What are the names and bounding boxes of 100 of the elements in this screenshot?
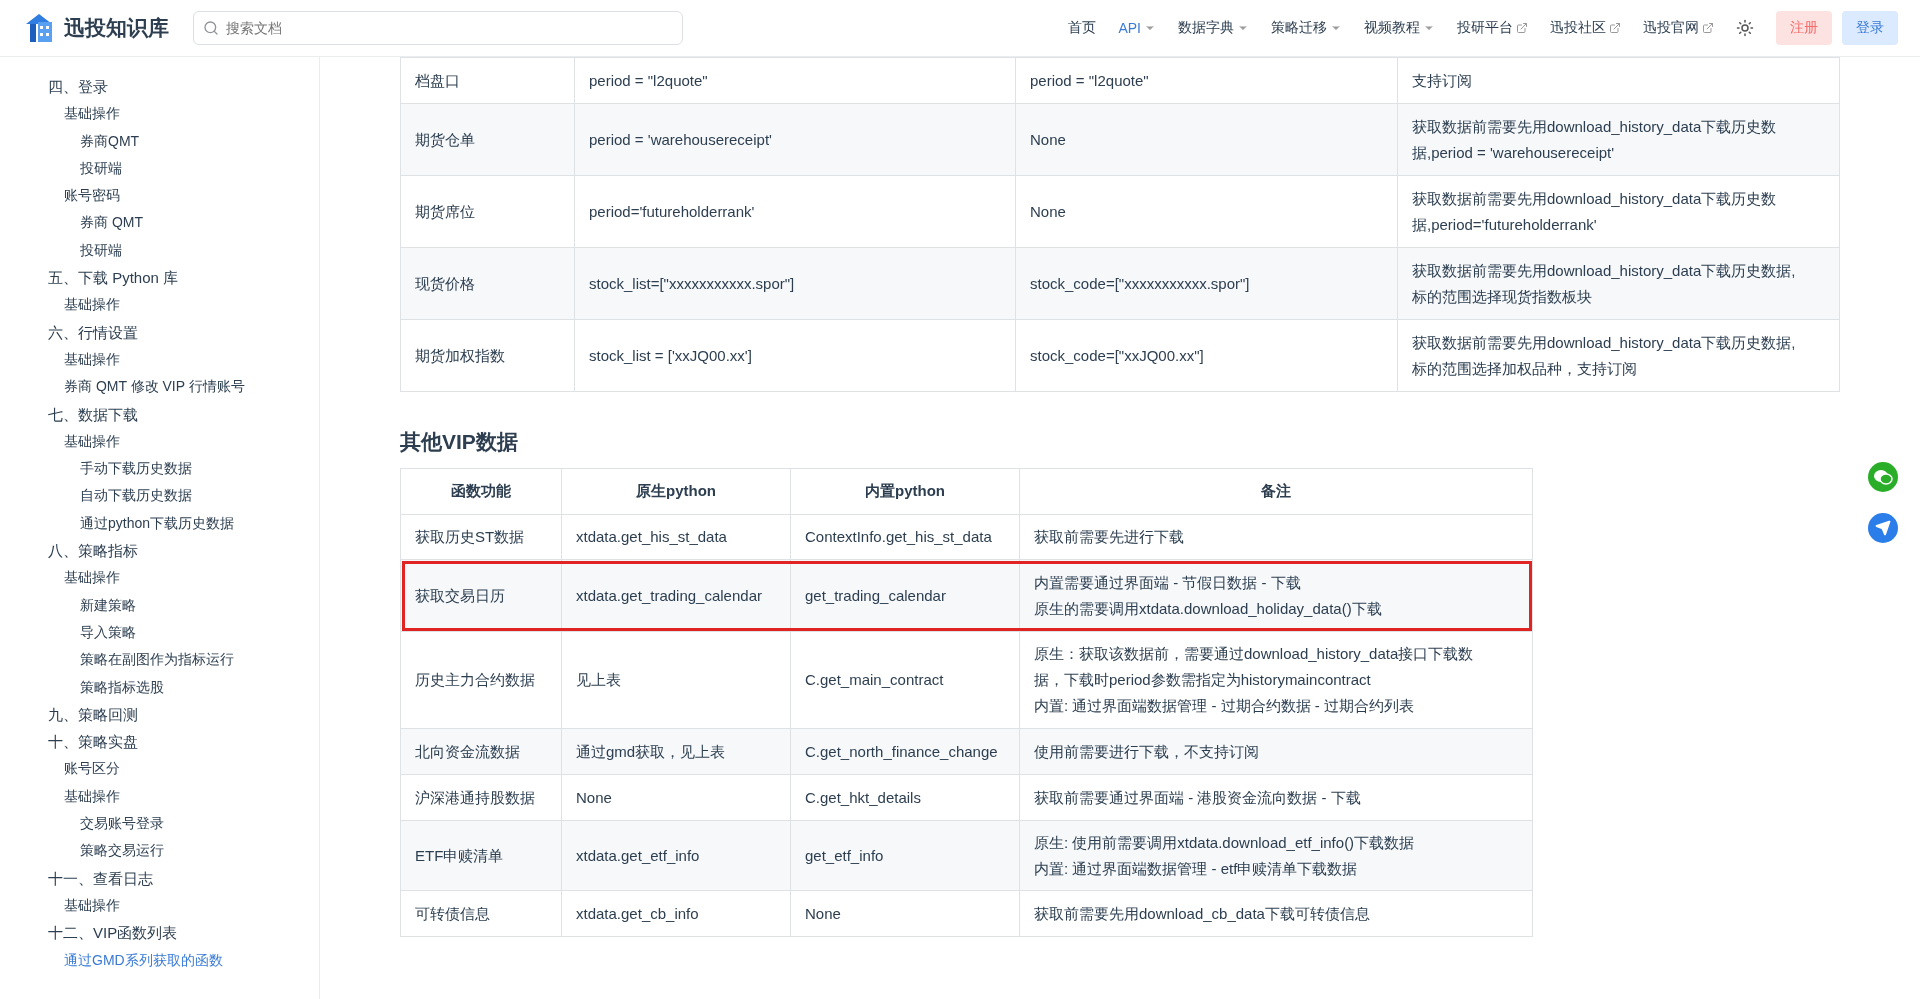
table-cell: ETF申赎清单 — [400, 820, 562, 891]
sidebar-link[interactable]: 自动下载历史数据 — [0, 482, 319, 510]
sidebar-link[interactable]: 账号密码 — [0, 182, 319, 210]
sidebar-link[interactable]: 六、行情设置 — [0, 318, 319, 346]
sidebar-link[interactable]: 八、策略指标 — [0, 537, 319, 565]
cell-text: 原生的需要调用xtdata.download_holiday_data()下载 — [1034, 598, 1383, 619]
cell-text: 获取数据前需要先用download_history_data下载历史数 — [1412, 188, 1778, 209]
cell-text: 原生：获取该数据前，需要通过download_history_data接口下载数 — [1034, 644, 1475, 664]
sidebar-link[interactable]: 通过python下载历史数据 — [0, 509, 319, 538]
sidebar-link[interactable]: 基础操作 — [0, 291, 319, 319]
table-cell: None — [561, 774, 791, 821]
login-button[interactable]: 登录 — [1842, 11, 1898, 45]
cell-text: 据，下载时period参数需指定为historymaincontract — [1034, 670, 1372, 690]
section-heading: 其他VIP数据 — [400, 429, 519, 455]
table-cell: 可转债信息 — [400, 890, 562, 937]
cell-text: 获取数据前需要先用download_history_data下载历史数据, — [1412, 260, 1797, 281]
column-header: 函数功能 — [400, 468, 562, 515]
search-icon — [203, 20, 219, 36]
table-cell: None — [1015, 175, 1398, 248]
sidebar-link[interactable]: 账号区分 — [0, 755, 319, 783]
cell-text: 内置: 通过界面端数据管理 - etf申赎清单下载数据 — [1034, 858, 1359, 879]
site-title[interactable]: 迅投知识库 — [64, 14, 169, 42]
table-cell: period = "l2quote" — [574, 57, 1016, 104]
sidebar-link[interactable]: 五、下载 Python 库 — [0, 264, 319, 292]
nav-link[interactable]: 迅投官网 — [1643, 19, 1714, 37]
table-cell: 支持订阅 — [1397, 57, 1840, 104]
table-cell: xtdata.get_etf_info — [561, 820, 791, 891]
sidebar-link[interactable]: 基础操作 — [0, 891, 319, 920]
sidebar-link[interactable]: 投研端 — [0, 236, 319, 265]
table-cell: 通过gmd获取，见上表 — [561, 728, 791, 775]
table-cell: 获取历史ST数据 — [400, 514, 562, 560]
nav-link[interactable]: 投研平台 — [1457, 19, 1528, 37]
nav-link[interactable]: 策略迁移 — [1271, 19, 1342, 37]
external-link-icon — [1516, 22, 1528, 34]
table-cell: 历史主力合约数据 — [400, 631, 562, 729]
sidebar-link[interactable]: 策略交易运行 — [0, 837, 319, 865]
sidebar-link[interactable]: 九、策略回测 — [0, 700, 319, 729]
table-cell: 沪深港通持股数据 — [400, 774, 562, 821]
column-header: 原生python — [561, 468, 791, 515]
table-cell: stock_list = ['xxJQ00.xx'] — [574, 319, 1016, 392]
table-cell: None — [1015, 103, 1398, 176]
sidebar-link[interactable]: 基础操作 — [0, 345, 319, 374]
sidebar-link[interactable]: 券商 QMT — [0, 209, 319, 237]
column-header: 备注 — [1019, 468, 1533, 515]
table-cell: 使用前需要进行下载，不支持订阅 — [1019, 728, 1533, 775]
chat-icon[interactable] — [1868, 462, 1898, 492]
sidebar-link[interactable]: 通过GMD系列获取的函数 — [0, 946, 319, 974]
sidebar-link[interactable]: 基础操作 — [0, 782, 319, 810]
table-cell: period = 'warehousereceipt' — [574, 103, 1016, 176]
cell-text: 据,period='futureholderrank' — [1412, 214, 1598, 235]
table-cell: xtdata.get_his_st_data — [561, 514, 791, 560]
external-link-icon — [1702, 22, 1714, 34]
sidebar-link[interactable]: 新建策略 — [0, 591, 319, 619]
nav-link[interactable]: 数据字典 — [1178, 19, 1249, 37]
cell-text: 据,period = 'warehousereceipt' — [1412, 142, 1616, 163]
table-cell: get_trading_calendar — [790, 559, 1020, 632]
cell-text: 标的范围选择现货指数板块 — [1412, 286, 1593, 307]
table-cell: 期货加权指数 — [400, 319, 575, 392]
cell-text: 内置: 通过界面端数据管理 - 过期合约数据 - 过期合约列表 — [1034, 696, 1415, 716]
sidebar-link[interactable]: 券商QMT — [0, 127, 319, 155]
nav-link[interactable]: 视频教程 — [1364, 19, 1435, 37]
sidebar-link[interactable]: 七、数据下载 — [0, 400, 319, 428]
sidebar-link[interactable]: 基础操作 — [0, 564, 319, 592]
table-cell: xtdata.get_cb_info — [561, 890, 791, 937]
sidebar-link[interactable]: 策略指标选股 — [0, 673, 319, 701]
table-cell: 期货仓单 — [400, 103, 575, 176]
table-cell: 获取前需要先用download_cb_data下载可转债信息 — [1019, 890, 1533, 937]
sidebar-link[interactable]: 基础操作 — [0, 427, 319, 456]
nav-link[interactable]: API — [1118, 20, 1156, 36]
sidebar-link[interactable]: 策略在副图作为指标运行 — [0, 646, 319, 674]
cell-text: 内置需要通过界面端 - 节假日数据 - 下载 — [1034, 572, 1302, 593]
table-cell: stock_list=["xxxxxxxxxxx.spor"] — [574, 247, 1016, 320]
sidebar-link[interactable]: 券商 QMT 修改 VIP 行情账号 — [0, 373, 319, 401]
sidebar-link[interactable]: 交易账号登录 — [0, 810, 319, 838]
cell-text: 原生: 使用前需要调用xtdata.download_etf_info()下载数据 — [1034, 832, 1416, 853]
sidebar-link[interactable]: 手动下载历史数据 — [0, 455, 319, 483]
column-header: 内置python — [790, 468, 1020, 515]
sidebar-link[interactable]: 导入策略 — [0, 618, 319, 647]
cell-text: 获取数据前需要先用download_history_data下载历史数据, — [1412, 332, 1797, 353]
table-cell: 北向资金流数据 — [400, 728, 562, 775]
table-cell: period = "l2quote" — [1015, 57, 1398, 104]
table-cell: C.get_hkt_details — [790, 774, 1020, 821]
nav-link[interactable]: 迅投社区 — [1550, 19, 1621, 37]
nav-link[interactable]: 首页 — [1068, 19, 1097, 37]
sidebar-link[interactable]: 十一、查看日志 — [0, 864, 319, 892]
sidebar-link[interactable]: 十二、VIP函数列表 — [0, 919, 319, 947]
table-cell: 期货席位 — [400, 175, 575, 248]
sidebar-link[interactable]: 基础操作 — [0, 100, 319, 128]
table-cell: get_etf_info — [790, 820, 1020, 891]
send-icon[interactable] — [1868, 513, 1898, 543]
table-cell: 见上表 — [561, 631, 791, 729]
search-field[interactable]: 搜索文档 — [193, 11, 683, 45]
sidebar-link[interactable]: 四、登录 — [0, 73, 319, 101]
sidebar-link[interactable]: 十、策略实盘 — [0, 728, 319, 756]
table-cell: None — [790, 890, 1020, 937]
cell-text: 标的范围选择加权品种，支持订阅 — [1412, 358, 1638, 379]
table-cell: 档盘口 — [400, 57, 575, 104]
table-cell: 获取前需要通过界面端 - 港股资金流向数据 - 下载 — [1019, 774, 1533, 821]
theme-toggle-icon[interactable] — [1736, 19, 1754, 37]
sidebar-link[interactable]: 投研端 — [0, 154, 319, 183]
